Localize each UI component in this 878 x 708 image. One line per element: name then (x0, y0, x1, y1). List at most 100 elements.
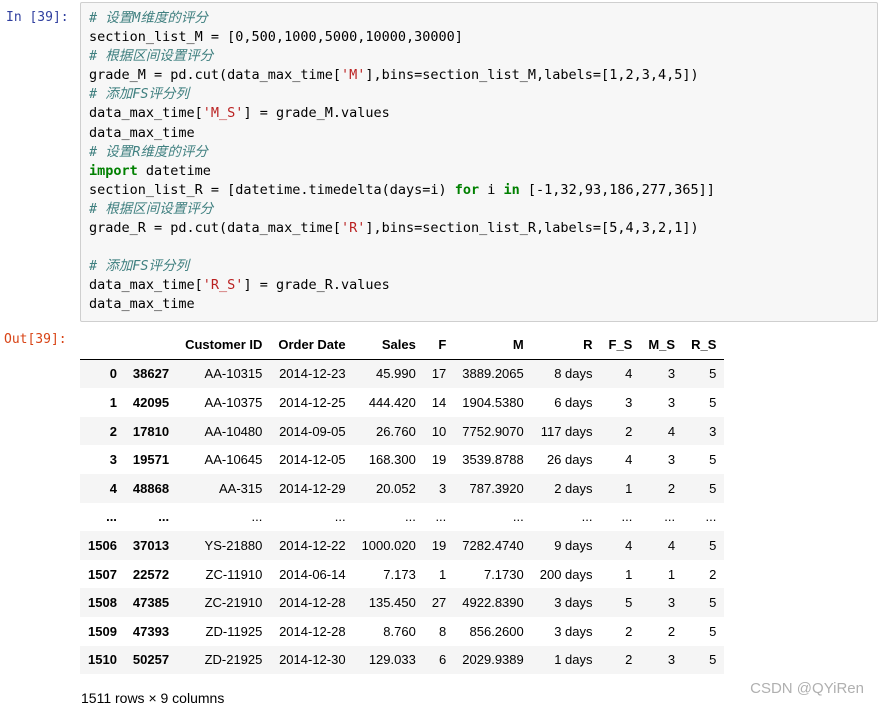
row-index: 0 (109, 366, 117, 382)
code-token: data_max_time[ (89, 277, 203, 294)
column-header: F_S (600, 330, 641, 360)
table-row: 3 19571 AA-10645 2014-12-05 168.300 19 3539.87… (80, 445, 724, 474)
code-token: ],bins=section_list_M,labels=[1,2,3,4,5]… (365, 67, 699, 84)
table-cell: 3 (667, 394, 676, 410)
row-index: 3 (109, 452, 117, 468)
table-cell: ... (334, 509, 346, 525)
code-line: section_list_R = [datetime.timedelta(day… (89, 181, 715, 200)
code-token: grade_R = pd.cut(data_max_time[ (89, 220, 341, 237)
table-cell: 3 (667, 652, 676, 668)
code-token: ],bins=section_list_R,labels=[5,4,3,2,1]… (365, 220, 699, 237)
table-cell: ZC-11910 (205, 566, 263, 582)
table-cell: AA-10645 (204, 452, 263, 468)
table-cell: ZD-21925 (204, 652, 263, 668)
code-token: # 根据区间设置评分 (89, 48, 214, 65)
code-line: data_max_time['R_S'] = grade_R.values (89, 276, 715, 295)
table-row: 1508 47385 ZC-21910 2014-12-28 135.450 27 4922… (80, 588, 725, 617)
table-row: 0 38627 AA-10315 2014-12-23 45.990 17 3889.206… (80, 359, 725, 389)
table-cell: 26 days (546, 452, 593, 468)
code-line: section_list_M = [0,500,1000,5000,10000,… (89, 28, 715, 47)
table-cell: ... (705, 509, 717, 525)
row-index: 4 (109, 480, 117, 496)
row-sub-index: 19571 (132, 452, 170, 468)
code-token: # 设置M维度的评分 (89, 10, 208, 26)
table-cell: 8.760 (383, 623, 416, 639)
table-cell: ... (512, 509, 524, 525)
row-sub-index: 47385 (132, 595, 170, 611)
table-row: ................................. (80, 503, 724, 532)
row-sub-index: 47393 (132, 623, 170, 639)
row-sub-index: 17810 (132, 423, 170, 439)
table-cell: 6 days (554, 394, 593, 410)
table-cell: 117 days (540, 423, 593, 439)
row-index: 1508 (88, 595, 117, 611)
column-header: Order Date (270, 330, 354, 360)
table-cell: 2 (667, 480, 676, 496)
row-index: 1 (109, 394, 117, 410)
table-cell: 3889.2065 (462, 366, 524, 382)
table-row: 1 42095 AA-10375 2014-12-25 444.420 14 1904.53… (80, 388, 724, 417)
watermark: CSDN @QYiRen (750, 680, 864, 697)
table-cell: 19 (431, 452, 447, 468)
table-cell: 787.3920 (469, 480, 524, 496)
table-cell: 1 (439, 566, 447, 582)
code-token: data_max_time (89, 124, 195, 141)
code-token: for (454, 181, 480, 198)
table-cell: ZC-21910 (204, 595, 263, 611)
table-row: 1509 47393 ZD-11925 2014-12-28 8.760 8 856.260… (80, 617, 724, 646)
table-cell: 20.052 (376, 480, 416, 496)
table-cell: 1 (625, 566, 633, 582)
column-header: R (531, 330, 601, 360)
column-header: R_S (683, 330, 725, 360)
dataframe-table: Customer ID Order Date Sales F M R F_S M_S R_S 0… (80, 330, 725, 675)
code-cell[interactable]: # 设置M维度的评分 section_list_M = [0,500,1000,5… (80, 2, 878, 322)
table-cell: 8 days (554, 366, 593, 382)
table-cell: 3 days (554, 623, 593, 639)
table-cell: 1904.5380 (462, 394, 524, 410)
code-token: # 添加FS评分列 (89, 258, 190, 275)
table-cell: 168.300 (368, 452, 416, 468)
table-cell: ... (404, 509, 416, 525)
code-token: # 添加FS评分列 (89, 86, 190, 103)
table-cell: 19 (431, 537, 447, 553)
table-cell: 1000.020 (361, 537, 416, 553)
table-cell: ... (435, 509, 447, 525)
table-cell: 3 (439, 480, 447, 496)
table-cell: 2014-12-29 (279, 480, 346, 496)
table-cell: 5 (709, 595, 717, 611)
code-token: [-1,32,93,186,277,365]] (519, 181, 715, 198)
table-cell: 7282.4740 (462, 537, 524, 553)
code-token: section_list_R = [datetime.timedelta(day… (89, 181, 455, 198)
code-line: grade_M = pd.cut(data_max_time['M'],bins… (89, 66, 715, 85)
table-cell: AA-10315 (204, 366, 263, 382)
table-cell: 1 (667, 566, 676, 582)
table-cell: 4 (625, 537, 633, 553)
table-cell: 2 (667, 623, 676, 639)
row-index: 1507 (88, 566, 117, 582)
code-token: 'M' (340, 67, 366, 84)
code-token: i (479, 181, 504, 198)
row-index: 1509 (88, 623, 117, 639)
code-line: # 添加FS评分列 (89, 257, 715, 276)
row-sub-index: 50257 (132, 652, 170, 668)
table-row: 1507 22572 ZC-11910 2014-06-14 7.173 1 7.1730 2… (80, 560, 724, 589)
table-cell: 8 (439, 623, 447, 639)
table-cell: 856.2600 (469, 623, 524, 639)
table-cell: YS-21880 (204, 537, 263, 553)
table-header-row: Customer ID Order Date Sales F M R F_S M_S R_S (80, 330, 725, 360)
code-line: # 添加FS评分列 (89, 85, 715, 104)
code-line: data_max_time (89, 124, 715, 143)
row-index: 1506 (88, 537, 117, 553)
code-line: # 设置M维度的评分 (89, 9, 715, 28)
table-cell: ... (251, 509, 263, 525)
table-cell: 2014-12-28 (279, 595, 346, 611)
code-editor[interactable]: # 设置M维度的评分 section_list_M = [0,500,1000,5… (89, 9, 715, 315)
table-cell: 17 (431, 366, 447, 382)
code-token: in (503, 181, 520, 198)
code-token: grade_M = pd.cut(data_max_time[ (89, 67, 341, 84)
column-header: Sales (353, 330, 424, 360)
table-cell: 26.760 (376, 423, 416, 439)
row-sub-index: 38627 (132, 366, 170, 382)
code-token: data_max_time[ (89, 105, 203, 122)
